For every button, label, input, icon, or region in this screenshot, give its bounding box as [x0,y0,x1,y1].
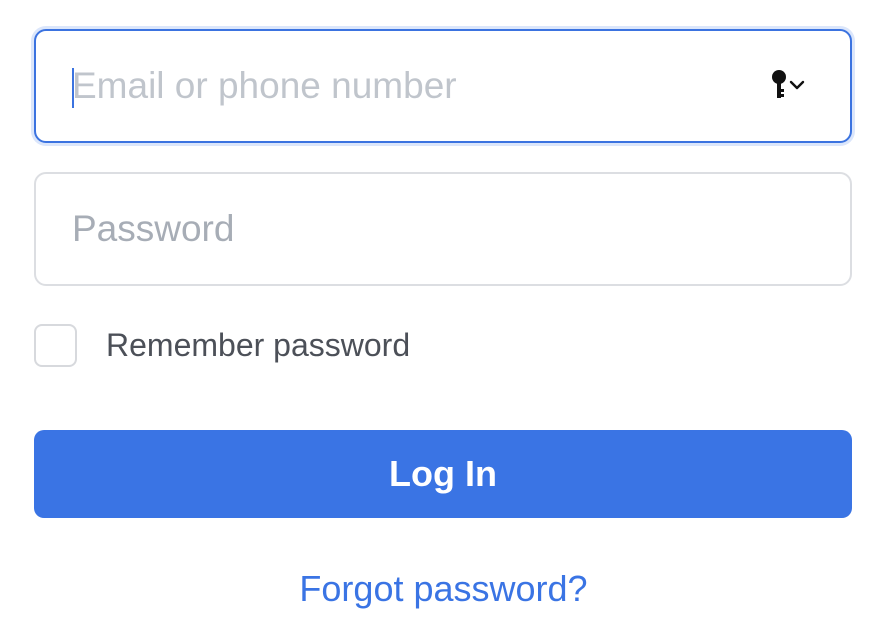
password-field-container[interactable] [34,172,852,286]
email-field-container[interactable] [34,29,852,143]
remember-password-checkbox[interactable] [34,323,77,367]
remember-password-label[interactable]: Remember password [106,327,410,364]
email-input[interactable] [72,31,752,141]
password-input[interactable] [72,174,752,284]
remember-password-row[interactable]: Remember password [34,322,410,368]
forgot-password-link[interactable]: Forgot password? [0,568,887,610]
password-manager-button[interactable] [770,69,812,103]
chevron-down-icon [789,80,805,90]
log-in-button[interactable]: Log In [34,430,852,518]
login-form: Remember password Log In Forgot password… [0,0,887,643]
key-icon [772,70,786,98]
password-manager-icon [772,70,805,98]
